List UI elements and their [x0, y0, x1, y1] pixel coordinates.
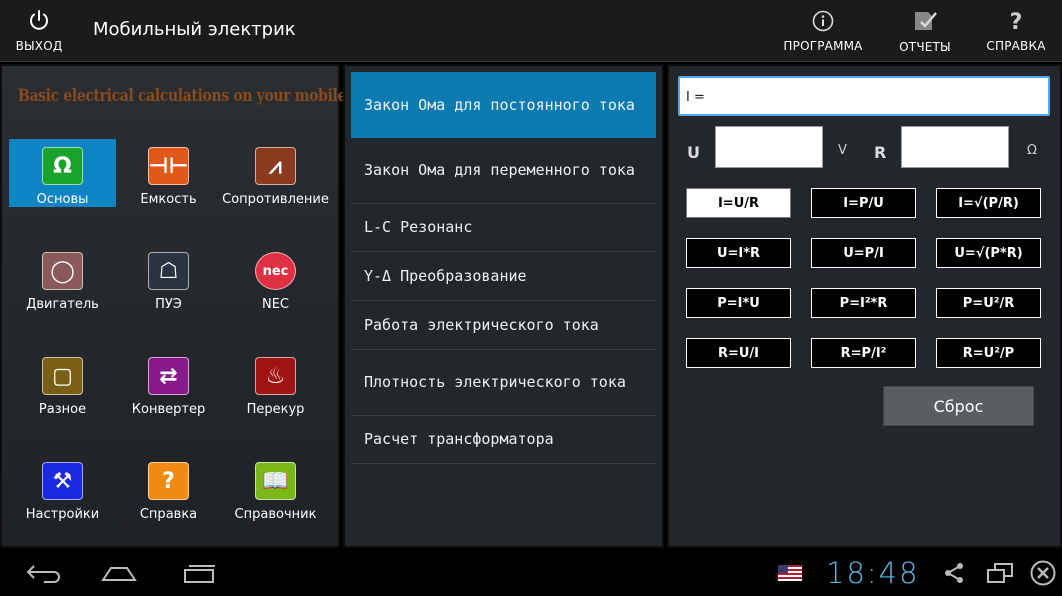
status-clock: 18:48 [826, 556, 920, 590]
program-label: ПРОГРАММА [783, 39, 863, 53]
category-misc[interactable]: ▢ Разное [9, 349, 116, 417]
omega-icon: Ω [42, 147, 83, 185]
category-nec[interactable]: nec NEC [222, 244, 329, 312]
settings-tools-icon: ⚒ [42, 462, 83, 500]
category-label: Справочник [234, 507, 317, 522]
category-converter[interactable]: ⇄ Конвертер [115, 349, 222, 417]
category-label: ПУЭ [155, 297, 182, 312]
u-label: U [687, 143, 700, 162]
reports-button[interactable]: ОТЧЕТЫ [890, 0, 960, 62]
help-question-icon: ? [148, 462, 189, 500]
category-motor[interactable]: ◯ Двигатель [9, 244, 116, 312]
calculator-panel: I = U V R Ω I=U/R I=P/U I=√(P/R) U=I*R U=P/I… [667, 64, 1062, 548]
category-smoke-break[interactable]: ♨ Перекур [222, 349, 329, 417]
misc-icon: ▢ [42, 357, 83, 395]
category-handbook[interactable]: 📖 Справочник [222, 454, 329, 522]
recent-apps-button[interactable] [176, 550, 222, 596]
formula-button[interactable]: I=√(P/R) [936, 188, 1041, 218]
category-label: Основы [36, 192, 89, 207]
category-resistor[interactable]: ⩘ Сопротивление [222, 139, 329, 207]
resistor-icon: ⩘ [255, 147, 296, 185]
reports-label: ОТЧЕТЫ [899, 40, 951, 54]
voltage-input[interactable] [715, 126, 823, 168]
category-label: Двигатель [26, 297, 99, 312]
category-omega[interactable]: Ω Основы [9, 139, 116, 207]
power-icon [30, 10, 48, 30]
back-button[interactable] [14, 550, 74, 596]
help-label: СПРАВКА [986, 39, 1046, 53]
resistance-input[interactable] [901, 126, 1009, 168]
app-title: Мобильный электрик [93, 19, 296, 40]
close-app-button[interactable] [1026, 550, 1060, 596]
home-icon [101, 567, 137, 581]
us-flag-icon [778, 565, 802, 581]
capacitor-icon: ⊣⊢ [148, 147, 189, 185]
help-icon: ? [1010, 10, 1023, 33]
category-label: NEC [261, 297, 289, 312]
topic-item[interactable]: Закон Ома для переменного тока [351, 138, 656, 204]
category-label: Справка [139, 507, 198, 522]
formula-button[interactable]: P=U²/R [936, 288, 1041, 318]
formula-button[interactable]: P=I*U [686, 288, 791, 318]
help-button[interactable]: ? СПРАВКА [984, 0, 1048, 62]
nec-icon: nec [255, 252, 296, 290]
exit-label: ВЫХОД [15, 39, 63, 53]
handbook-icon: 📖 [255, 462, 296, 500]
smoke-break-icon: ♨ [255, 357, 296, 395]
converter-icon: ⇄ [148, 357, 189, 395]
topic-item[interactable]: Плотность электрического тока [351, 350, 656, 416]
svg-text:?: ? [1010, 10, 1023, 33]
topic-list-panel: Закон Ома для постоянного тока Закон Ома … [343, 64, 664, 548]
category-label: Конвертер [131, 402, 206, 417]
formula-button[interactable]: U=I*R [686, 238, 791, 268]
reset-button[interactable]: Сброс [883, 386, 1034, 426]
category-book-reader[interactable]: ☖ ПУЭ [115, 244, 222, 312]
ohm-unit-label: Ω [1027, 143, 1037, 158]
formula-button[interactable]: P=I²*R [811, 288, 916, 318]
recent-apps-icon [184, 565, 215, 583]
category-label: Настройки [25, 507, 100, 522]
formula-button[interactable]: I=U/R [686, 188, 791, 218]
language-flag[interactable] [776, 550, 804, 596]
topic-item[interactable]: Закон Ома для постоянного тока [351, 72, 656, 138]
topic-item[interactable]: L-C Резонанс [351, 204, 656, 252]
close-icon [1030, 560, 1056, 586]
window-icon [987, 563, 1013, 583]
topic-item[interactable]: Y-Δ Преобразование [351, 252, 656, 301]
banner-text: Basic electrical calculations on your mo… [18, 86, 398, 106]
category-capacitor[interactable]: ⊣⊢ Емкость [115, 139, 222, 207]
result-field[interactable]: I = [678, 76, 1050, 116]
formula-button[interactable]: U=P/I [811, 238, 916, 268]
reports-icon [915, 12, 937, 30]
volt-unit-label: V [838, 143, 847, 158]
back-icon [26, 565, 60, 583]
program-button[interactable]: ПРОГРАММА [783, 0, 863, 62]
info-icon [812, 10, 834, 32]
formula-button[interactable]: R=U²/P [936, 338, 1041, 368]
category-label: Перекур [246, 402, 305, 417]
motor-icon: ◯ [42, 252, 83, 290]
book-reader-icon: ☖ [148, 252, 189, 290]
home-button[interactable] [96, 550, 142, 596]
exit-button[interactable]: ВЫХОД [0, 0, 78, 62]
share-icon [945, 563, 963, 583]
category-label: Сопротивление [222, 192, 329, 207]
category-settings-tools[interactable]: ⚒ Настройки [9, 454, 116, 522]
window-button[interactable] [982, 550, 1018, 596]
topic-item[interactable]: Расчет трансформатора [351, 416, 656, 464]
category-panel: Basic electrical calculations on your mo… [0, 64, 397, 548]
category-label: Разное [38, 402, 87, 417]
topic-item[interactable]: Работа электрического тока [351, 301, 656, 350]
formula-button[interactable]: R=U/I [686, 338, 791, 368]
category-label: Емкость [140, 192, 197, 207]
formula-button[interactable]: U=√(P*R) [936, 238, 1041, 268]
action-bar: ВЫХОД Мобильный электрик ПРОГРАММА ОТЧЕТ… [0, 0, 1062, 62]
formula-button[interactable]: R=P/I² [811, 338, 916, 368]
formula-button[interactable]: I=P/U [811, 188, 916, 218]
r-label: R [874, 143, 887, 162]
category-help-question[interactable]: ? Справка [115, 454, 222, 522]
share-button[interactable] [938, 550, 970, 596]
